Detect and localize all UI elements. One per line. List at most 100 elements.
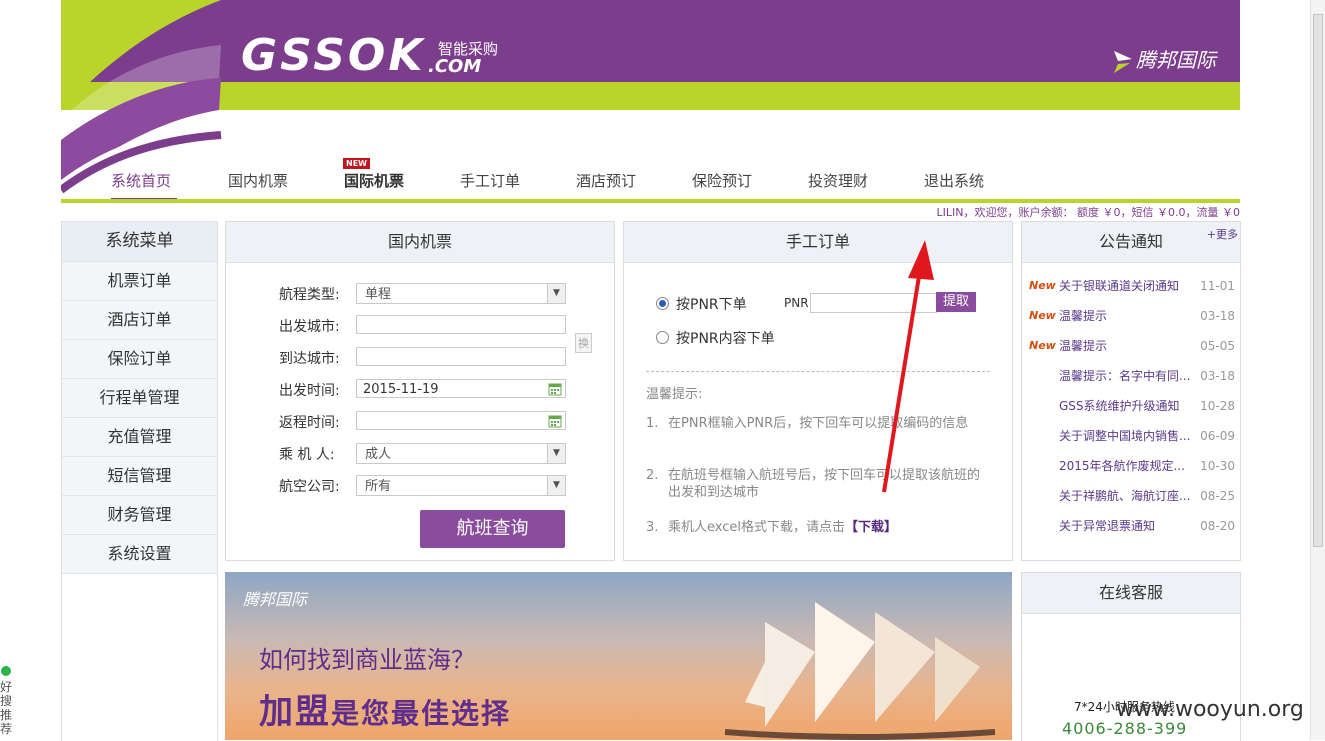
brand-logo: 腾邦国际 bbox=[1114, 44, 1216, 73]
tip-2-number: 2. bbox=[646, 468, 659, 483]
notice-item[interactable]: 关于祥鹏航、海航订座... 08-25 bbox=[1029, 487, 1235, 505]
return-date-row: 返程时间: bbox=[279, 412, 351, 432]
notice-date: 08-20 bbox=[1200, 519, 1235, 533]
notice-item[interactable]: 关于调整中国境内销售... 06-09 bbox=[1029, 427, 1235, 445]
radio-pnr-order-label[interactable]: 按PNR下单 bbox=[676, 294, 747, 314]
nav-manual-order[interactable]: 手工订单 bbox=[460, 170, 520, 191]
new-badge: NEW bbox=[343, 158, 370, 169]
flight-panel-title: 国内机票 bbox=[226, 222, 614, 263]
notices-panel: 公告通知 +更多 New 关于银联通道关闭通知 11-01 New 温馨提示 03-18… bbox=[1021, 221, 1241, 561]
flight-search-button[interactable]: 航班查询 bbox=[420, 510, 565, 548]
tips-title: 温馨提示: bbox=[646, 387, 703, 402]
flight-search-panel: 国内机票 航程类型: 单程 ▼ 出发城市: 到达城市: 换 出发时间: 2015-… bbox=[225, 221, 615, 561]
notice-date: 06-09 bbox=[1200, 429, 1235, 443]
notices-more-link[interactable]: +更多 bbox=[1207, 228, 1238, 242]
nav-insurance-booking[interactable]: 保险预订 bbox=[692, 170, 752, 191]
tip-3: 3. 乘机人excel格式下载，请点击【下载】 bbox=[646, 519, 897, 536]
radio-pnr-content-order[interactable] bbox=[656, 331, 669, 344]
sidebar: 系统菜单 机票订单 酒店订单 保险订单 行程单管理 充值管理 短信管理 财务管理… bbox=[61, 221, 218, 741]
service-title: 在线客服 bbox=[1022, 573, 1240, 614]
depart-date-value: 2015-11-19 bbox=[363, 382, 439, 397]
sidebar-item-hotel-orders[interactable]: 酒店订单 bbox=[62, 301, 217, 340]
scrollbar-thumb[interactable] bbox=[1313, 14, 1323, 547]
passenger-select[interactable]: 成人 ▼ bbox=[356, 443, 566, 464]
nav-domestic-flights[interactable]: 国内机票 bbox=[228, 170, 288, 191]
notices-title: 公告通知 bbox=[1098, 232, 1163, 251]
swap-label: 换 bbox=[575, 333, 592, 353]
download-link[interactable]: 【下载】 bbox=[845, 520, 897, 535]
notice-title[interactable]: 关于调整中国境内销售... bbox=[1059, 427, 1194, 445]
from-city-row: 出发城市: bbox=[279, 316, 351, 336]
sidebar-item-flight-orders[interactable]: 机票订单 bbox=[62, 262, 217, 301]
left-tool-widget[interactable]: 好搜推荐 bbox=[0, 662, 14, 736]
nav-logout[interactable]: 退出系统 bbox=[924, 170, 984, 191]
brand-icon bbox=[1114, 50, 1132, 73]
account-balance: LILIN，欢迎您，账户余额： 额度 ￥0，短信 ￥0.0，流量 ￥0 bbox=[936, 206, 1240, 219]
notice-date: 03-18 bbox=[1200, 369, 1235, 383]
notice-date: 08-25 bbox=[1200, 489, 1235, 503]
tip-3-number: 3. bbox=[646, 520, 659, 535]
banner-headline-b: 是您最佳选择 bbox=[331, 697, 512, 730]
notice-title[interactable]: 关于异常退票通知 bbox=[1059, 517, 1194, 535]
tip-3-text: 乘机人excel格式下载，请点击 bbox=[668, 520, 845, 535]
sidebar-item-insurance-orders[interactable]: 保险订单 bbox=[62, 340, 217, 379]
notice-title[interactable]: 温馨提示：名字中有同... bbox=[1059, 367, 1194, 385]
sidebar-item-itinerary[interactable]: 行程单管理 bbox=[62, 379, 217, 418]
nav-international-flights[interactable]: 国际机票 bbox=[344, 170, 404, 191]
nav-home[interactable]: 系统首页 bbox=[111, 170, 171, 191]
from-city-input[interactable] bbox=[356, 315, 566, 334]
notice-item[interactable]: 温馨提示：名字中有同... 03-18 bbox=[1029, 367, 1235, 385]
sidebar-item-sms[interactable]: 短信管理 bbox=[62, 457, 217, 496]
notice-item[interactable]: 关于异常退票通知 08-20 bbox=[1029, 517, 1235, 535]
notice-title[interactable]: GSS系统维护升级通知 bbox=[1059, 397, 1194, 415]
main-nav: 系统首页 国内机票 国际机票 手工订单 酒店预订 保险预订 投资理财 退出系统 bbox=[61, 162, 1240, 201]
notice-item[interactable]: GSS系统维护升级通知 10-28 bbox=[1029, 397, 1235, 415]
new-tag: New bbox=[1029, 309, 1056, 322]
nav-investment[interactable]: 投资理财 bbox=[808, 170, 868, 191]
depart-date-row: 出发时间: bbox=[279, 380, 351, 400]
notice-date: 10-28 bbox=[1200, 399, 1235, 413]
sidebar-item-finance[interactable]: 财务管理 bbox=[62, 496, 217, 535]
chevron-down-icon: ▼ bbox=[547, 284, 565, 303]
swap-cities-button[interactable]: 换 bbox=[575, 333, 592, 353]
airline-select[interactable]: 所有 ▼ bbox=[356, 475, 566, 496]
manual-panel-title: 手工订单 bbox=[624, 222, 1012, 263]
depart-date-label: 出发时间: bbox=[279, 383, 340, 399]
logo: GSSOK bbox=[241, 30, 426, 81]
calendar-icon[interactable] bbox=[548, 382, 562, 396]
notice-item[interactable]: New 关于银联通道关闭通知 11-01 bbox=[1029, 277, 1235, 295]
new-tag: New bbox=[1029, 339, 1056, 352]
notice-date: 11-01 bbox=[1200, 279, 1235, 293]
fetch-pnr-button[interactable]: 提取 bbox=[936, 292, 976, 312]
return-date-input[interactable] bbox=[356, 411, 566, 430]
to-city-label: 到达城市: bbox=[279, 351, 340, 367]
calendar-icon[interactable] bbox=[548, 414, 562, 428]
notice-title[interactable]: 温馨提示 bbox=[1059, 307, 1194, 325]
left-tool-label: 好搜推荐 bbox=[0, 680, 13, 736]
radio-pnr-order[interactable] bbox=[656, 297, 669, 310]
new-tag: New bbox=[1029, 279, 1056, 292]
notice-title[interactable]: 2015年各航作废规定... bbox=[1059, 457, 1194, 475]
chevron-down-icon: ▼ bbox=[547, 476, 565, 495]
pnr-label: PNR bbox=[784, 296, 809, 310]
to-city-input[interactable] bbox=[356, 347, 566, 366]
notice-item[interactable]: New 温馨提示 05-05 bbox=[1029, 337, 1235, 355]
notice-title[interactable]: 关于银联通道关闭通知 bbox=[1059, 277, 1194, 295]
airline-row: 航空公司: bbox=[279, 476, 351, 496]
sidebar-item-settings[interactable]: 系统设置 bbox=[62, 535, 217, 574]
nav-hotel-booking[interactable]: 酒店预订 bbox=[576, 170, 636, 191]
notice-date: 10-30 bbox=[1200, 459, 1235, 473]
passenger-label: 乘 机 人: bbox=[279, 447, 335, 463]
to-city-row: 到达城市: bbox=[279, 348, 351, 368]
depart-date-input[interactable]: 2015-11-19 bbox=[356, 379, 566, 398]
notice-title[interactable]: 温馨提示 bbox=[1059, 337, 1194, 355]
route-type-row: 航程类型: bbox=[279, 284, 351, 304]
route-type-select[interactable]: 单程 ▼ bbox=[356, 283, 566, 304]
manual-order-panel: 手工订单 按PNR下单 PNR 提取 按PNR内容下单 温馨提示: 1. 在PNR… bbox=[623, 221, 1013, 561]
promo-banner[interactable]: 腾邦国际 如何找到商业蓝海？ 加盟是您最佳选择 bbox=[225, 572, 1012, 740]
sidebar-item-recharge[interactable]: 充值管理 bbox=[62, 418, 217, 457]
notice-item[interactable]: New 温馨提示 03-18 bbox=[1029, 307, 1235, 325]
radio-pnr-content-order-label[interactable]: 按PNR内容下单 bbox=[676, 328, 775, 348]
notice-item[interactable]: 2015年各航作废规定... 10-30 bbox=[1029, 457, 1235, 475]
notice-title[interactable]: 关于祥鹏航、海航订座... bbox=[1059, 487, 1194, 505]
